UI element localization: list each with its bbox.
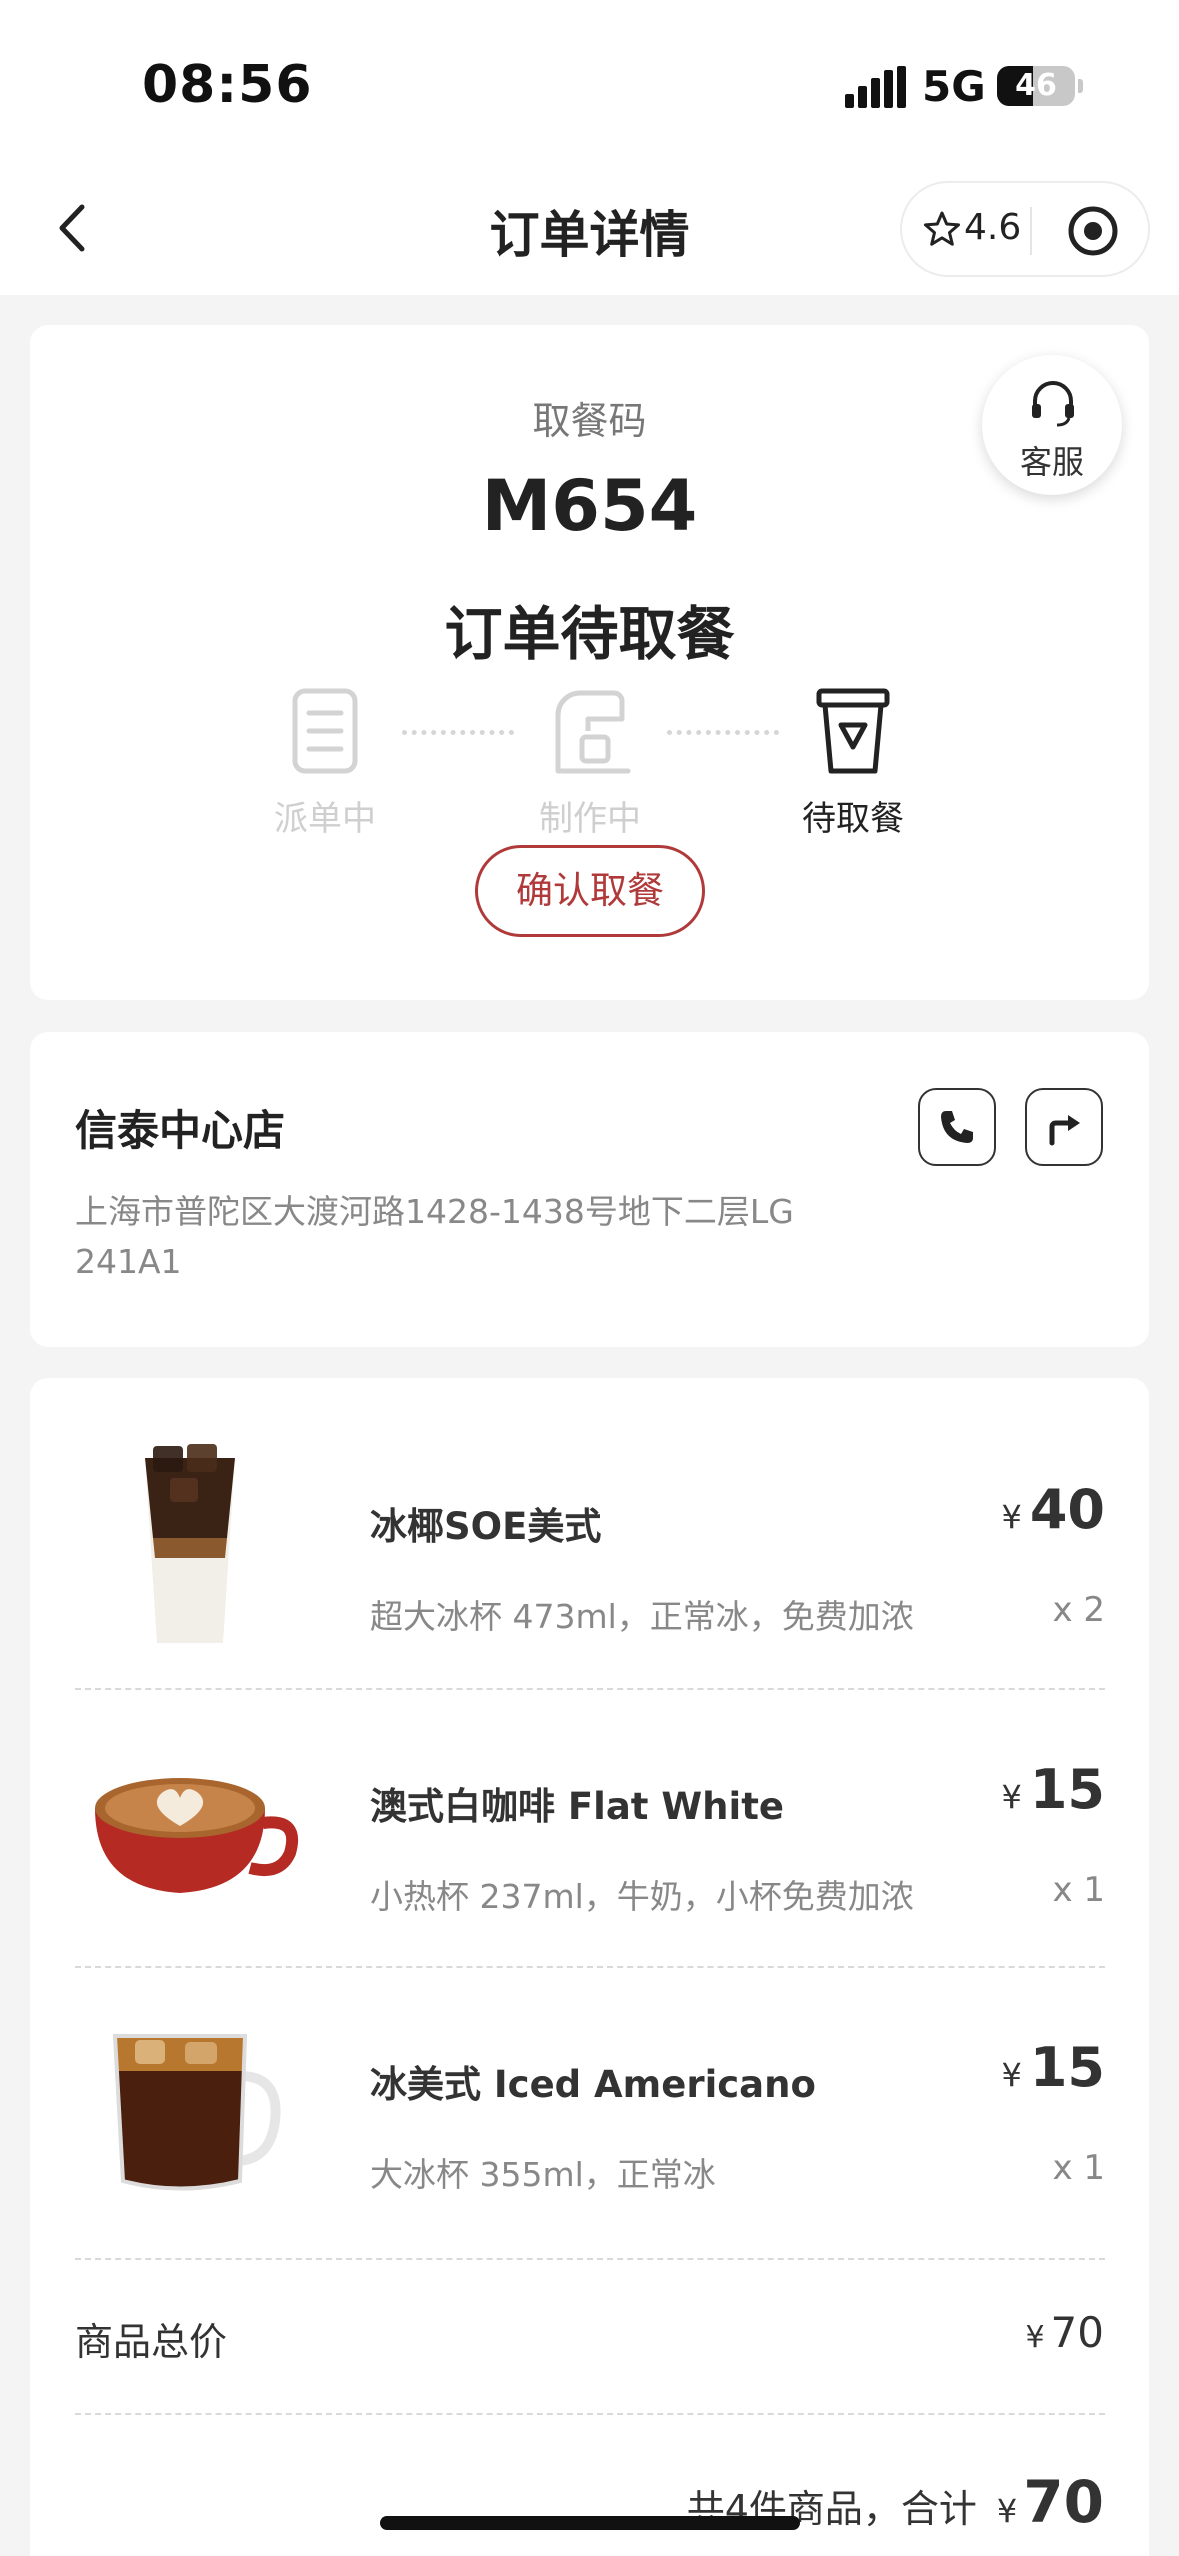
currency-symbol: ¥ [1001,1498,1022,1536]
headset-icon [1032,381,1074,427]
step-connector [667,730,779,736]
order-item: 澳式白咖啡 Flat White 小热杯 237ml，牛奶，小杯免费加浓 ¥15… [75,1688,1105,1968]
order-item: 冰椰SOE美式 超大冰杯 473ml，正常冰，免费加浓 ¥40 x 2 [75,1408,1105,1688]
takeaway-cup-icon [816,688,890,774]
phone-icon [941,1111,973,1143]
customer-service-label: 客服 [1019,443,1084,481]
item-name: 冰美式 Iced Americano [370,2063,816,2106]
item-price-value: 40 [1029,1478,1105,1541]
network-type: 5G [922,62,986,111]
iced-coconut-americano-image [145,1444,235,1643]
subtotal-amount: 70 [1050,2308,1104,2357]
item-quantity: x 2 [1052,1590,1105,1630]
item-options: 大冰杯 355ml，正常冰 [370,2155,716,2194]
item-separator [75,2258,1105,2260]
directions-icon [1049,1115,1080,1146]
subtotal-label: 商品总价 [75,2320,228,2364]
store-name: 信泰中心店 [75,1106,286,1155]
item-price-value: 15 [1029,2036,1105,2099]
item-options: 小热杯 237ml，牛奶，小杯免费加浓 [370,1877,914,1916]
star-icon[interactable] [922,209,962,249]
battery-percent: 46 [1015,68,1057,103]
item-price: ¥40 [1001,1478,1105,1541]
signal-icon [845,66,906,108]
confirm-pickup-button[interactable]: 确认取餐 [475,845,705,937]
mini-program-capsule: 4.6 [900,181,1150,277]
item-price: ¥15 [1001,2036,1105,2099]
navigate-button[interactable] [1025,1088,1103,1166]
step-ready: 待取餐 [768,685,938,840]
item-price: ¥15 [1001,1758,1105,1821]
store-card: 信泰中心店 上海市普陀区大渡河路1428-1438号地下二层LG 241A1 [30,1032,1149,1347]
nav-bar: 订单详情 4.6 [0,165,1179,295]
coffee-machine-icon [555,690,631,774]
step-connector [402,730,514,736]
currency-symbol: ¥ [1001,1778,1022,1816]
order-list-icon [292,688,358,774]
step-making: 制作中 [505,685,675,840]
currency-symbol: ¥ [1025,2320,1045,2355]
summary-separator [75,2413,1105,2415]
item-quantity: x 1 [1052,1870,1105,1910]
currency-symbol: ¥ [1001,2056,1022,2094]
order-status-card: 取餐码 M654 订单待取餐 客服 派单中 制作中 待取餐 确认取餐 [30,325,1149,1000]
currency-symbol: ¥ [996,2492,1018,2530]
home-indicator[interactable] [380,2516,800,2530]
step-dispatching: 派单中 [240,685,410,840]
total-amount: ¥70 [997,2468,1104,2536]
customer-service-button[interactable]: 客服 [982,355,1122,495]
order-state: 订单待取餐 [444,600,735,668]
step-label: 待取餐 [802,799,904,839]
flat-white-cup-image [95,1778,299,1893]
item-price-value: 15 [1029,1758,1105,1821]
item-name: 澳式白咖啡 Flat White [370,1785,784,1828]
capsule-divider [1030,207,1032,255]
status-bar: 08:56 5G 46 [0,0,1179,165]
item-quantity: x 1 [1052,2148,1105,2188]
subtotal-value: ¥70 [1025,2308,1104,2357]
step-label: 派单中 [274,799,376,839]
step-label: 制作中 [539,799,641,839]
battery-tip [1078,79,1083,93]
item-options: 超大冰杯 473ml，正常冰，免费加浓 [370,1597,914,1636]
order-item: 冰美式 Iced Americano 大冰杯 355ml，正常冰 ¥15 x 1 [75,1966,1105,2246]
rating-value: 4.6 [964,207,1022,248]
call-store-button[interactable] [918,1088,996,1166]
battery-icon: 46 [997,66,1075,106]
target-icon[interactable] [1067,205,1119,257]
order-items-card: 冰椰SOE美式 超大冰杯 473ml，正常冰，免费加浓 ¥40 x 2 澳式白咖… [30,1378,1149,2556]
store-address: 上海市普陀区大渡河路1428-1438号地下二层LG 241A1 [75,1192,794,1281]
item-name: 冰椰SOE美式 [370,1505,602,1548]
iced-americano-glass-image [112,2034,281,2191]
status-time: 08:56 [142,55,313,115]
total-value: 70 [1023,2468,1104,2536]
